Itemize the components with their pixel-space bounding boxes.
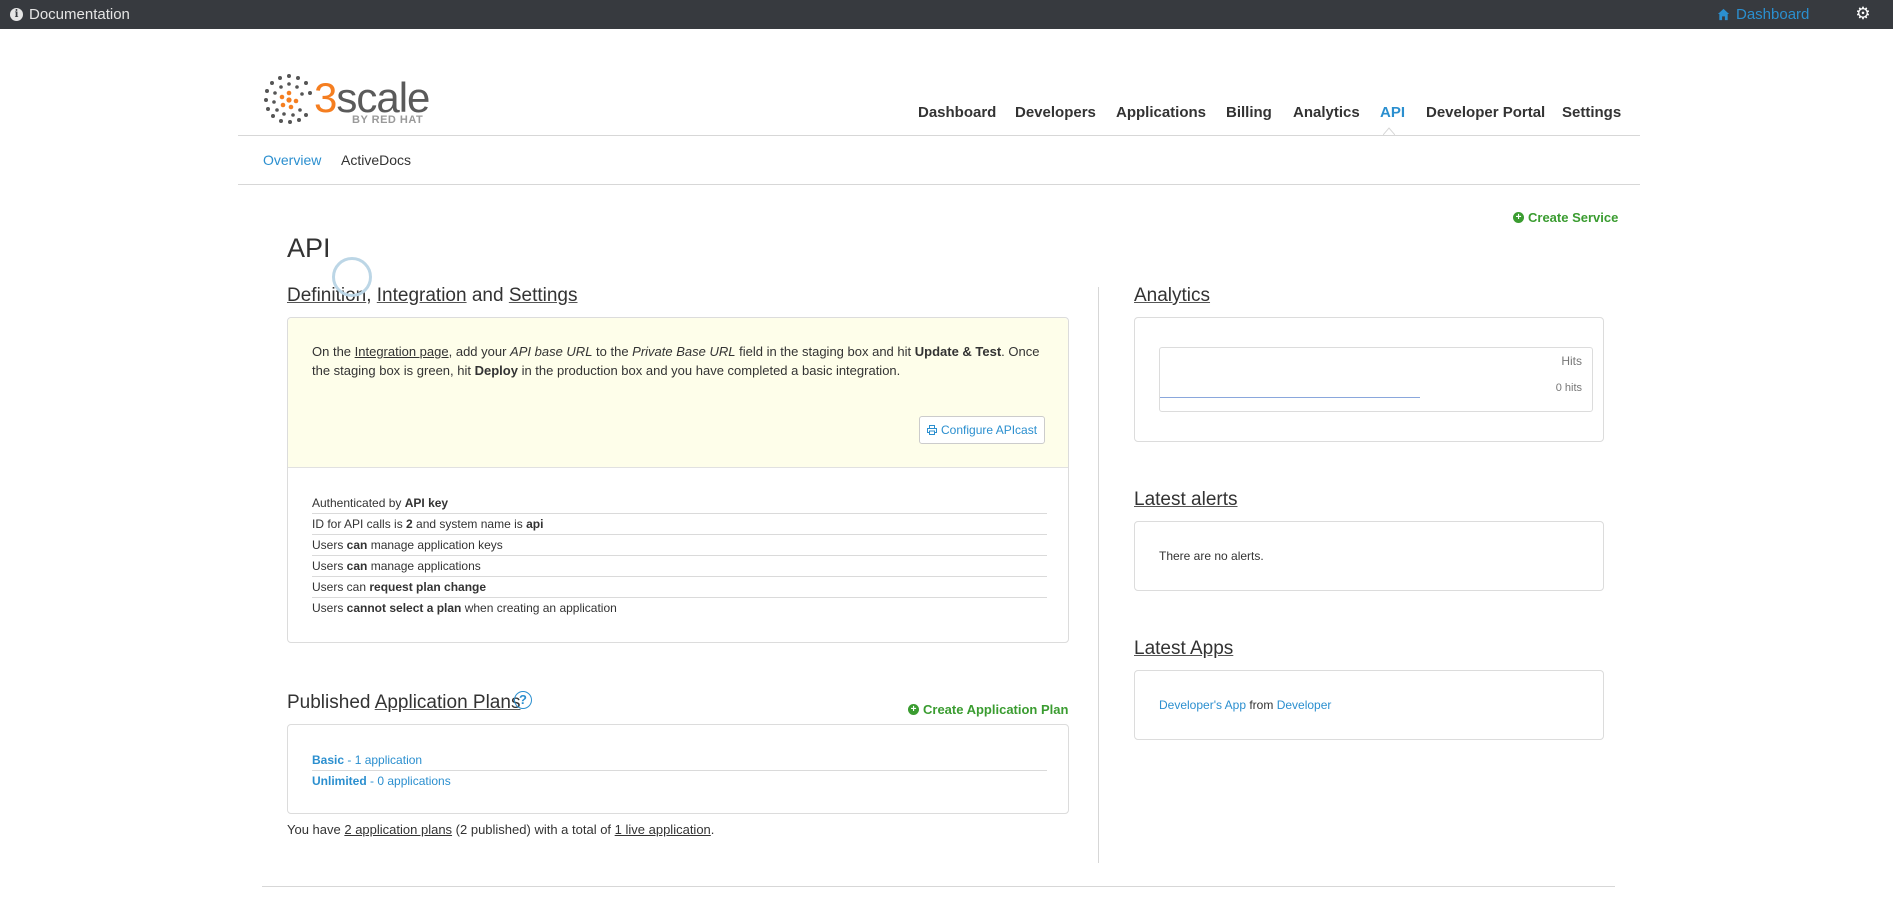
dashboard-label: Dashboard <box>1736 6 1810 23</box>
create-application-plan-label: Create Application Plan <box>923 702 1069 717</box>
integration-callout: On the Integration page, add your API ba… <box>288 318 1068 468</box>
nav-developers[interactable]: Developers <box>1015 104 1096 121</box>
top-bar: i Documentation Dashboard ⚙ <box>0 0 1893 29</box>
plus-circle-icon: + <box>908 704 919 715</box>
create-service-button[interactable]: + Create Service <box>1513 210 1618 225</box>
plus-circle-icon: + <box>1513 212 1524 223</box>
apps-section-title: Latest Apps <box>1134 638 1233 660</box>
settings-link[interactable]: Settings <box>509 285 578 306</box>
app-link[interactable]: Developer's App <box>1159 698 1246 712</box>
nav-analytics[interactable]: Analytics <box>1293 104 1360 121</box>
nav-settings[interactable]: Settings <box>1562 104 1621 121</box>
application-plans-count-link[interactable]: 2 application plans <box>344 822 452 837</box>
printer-icon <box>927 425 937 435</box>
plan-basic-link[interactable]: Basic <box>312 753 344 767</box>
integration-panel: On the Integration page, add your API ba… <box>287 317 1069 643</box>
nav-dashboard[interactable]: Dashboard <box>918 104 996 121</box>
plan-unlimited-link[interactable]: Unlimited <box>312 774 367 788</box>
gear-icon[interactable]: ⚙ <box>1853 4 1873 24</box>
plans-list: Basic - 1 application Unlimited - 0 appl… <box>312 750 1047 792</box>
latest-app-entry: Developer's App from Developer <box>1159 698 1332 712</box>
analytics-link[interactable]: Analytics <box>1134 285 1210 306</box>
analytics-section-title: Analytics <box>1134 285 1210 307</box>
list-item: Users can manage application keys <box>312 535 1047 556</box>
active-nav-caret-icon <box>1383 127 1395 135</box>
nav-applications[interactable]: Applications <box>1116 104 1206 121</box>
create-service-label: Create Service <box>1528 210 1619 225</box>
latest-apps-link[interactable]: Latest Apps <box>1134 638 1233 659</box>
nav-api[interactable]: API <box>1380 104 1405 121</box>
developer-link[interactable]: Developer <box>1277 698 1332 712</box>
sub-nav: Overview ActiveDocs <box>0 152 1893 172</box>
loading-spinner-icon <box>332 257 372 297</box>
alerts-panel: There are no alerts. <box>1134 521 1604 591</box>
list-item: Authenticated by API key <box>312 493 1047 514</box>
documentation-label: Documentation <box>29 6 130 23</box>
service-facts-list: Authenticated by API key ID for API call… <box>312 493 1047 619</box>
list-item: Users cannot select a plan when creating… <box>312 601 617 615</box>
alerts-empty-text: There are no alerts. <box>1159 549 1264 563</box>
sparkline-line <box>1160 397 1420 398</box>
plans-section-title: Published Application Plans <box>287 692 521 713</box>
subnav-divider <box>238 184 1640 185</box>
analytics-panel: Hits 0 hits <box>1134 317 1604 442</box>
footer-divider <box>262 886 1615 887</box>
dashboard-link[interactable]: Dashboard <box>1717 0 1809 29</box>
integration-instructions: On the Integration page, add your API ba… <box>312 344 1040 378</box>
page-title: API <box>287 233 331 263</box>
subnav-activedocs[interactable]: ActiveDocs <box>341 152 411 168</box>
list-item: Users can request plan change <box>312 577 1047 598</box>
apps-panel: Developer's App from Developer <box>1134 670 1604 740</box>
list-item: ID for API calls is 2 and system name is… <box>312 514 1047 535</box>
application-plans-link[interactable]: Application Plans <box>375 692 521 713</box>
configure-apicast-label: Configure APIcast <box>941 423 1038 437</box>
plans-panel: Basic - 1 application Unlimited - 0 appl… <box>287 724 1069 814</box>
plans-summary: You have 2 application plans (2 publishe… <box>287 822 715 837</box>
integration-page-link[interactable]: Integration page <box>355 344 449 359</box>
subnav-overview[interactable]: Overview <box>263 152 321 168</box>
list-item: Users can manage applications <box>312 556 1047 577</box>
list-item[interactable]: Basic - 1 application <box>312 750 1047 771</box>
hits-sparkline[interactable]: Hits 0 hits <box>1159 347 1593 412</box>
hits-label: Hits <box>1561 354 1582 368</box>
alerts-section-title: Latest alerts <box>1134 489 1238 511</box>
integration-section-title: Definition, Integration and Settings <box>287 285 578 306</box>
nav-developer-portal[interactable]: Developer Portal <box>1426 104 1545 121</box>
help-icon[interactable]: ? <box>514 691 532 709</box>
latest-alerts-link[interactable]: Latest alerts <box>1134 489 1238 510</box>
header-divider <box>238 135 1640 136</box>
column-divider <box>1098 287 1099 863</box>
documentation-link[interactable]: i Documentation <box>10 6 130 23</box>
nav-billing[interactable]: Billing <box>1226 104 1272 121</box>
list-item[interactable]: Unlimited - 0 applications <box>312 771 1047 792</box>
configure-apicast-button[interactable]: Configure APIcast <box>919 416 1046 444</box>
home-icon <box>1717 8 1730 21</box>
main-nav: Dashboard Developers Applications Billin… <box>0 104 1893 128</box>
integration-link[interactable]: Integration <box>377 285 467 306</box>
hits-value: 0 hits <box>1555 382 1582 394</box>
live-applications-link[interactable]: 1 live application <box>615 822 711 837</box>
create-application-plan-button[interactable]: + Create Application Plan <box>908 702 1068 717</box>
info-icon: i <box>10 8 23 21</box>
